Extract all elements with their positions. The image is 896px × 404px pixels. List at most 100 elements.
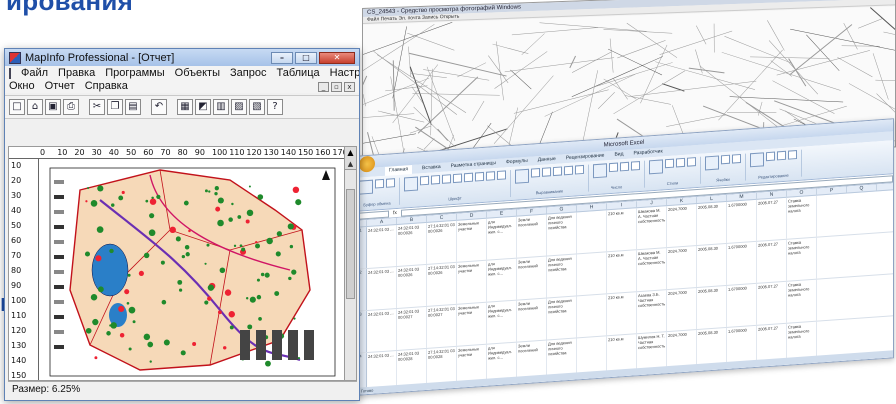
menu-row2-item-0[interactable]: Окно [9, 80, 35, 93]
table-cell[interactable]: Земли поселений [517, 298, 547, 342]
ribbon-command-icon[interactable] [631, 161, 640, 171]
table-cell[interactable]: 2024.7000 [667, 288, 697, 332]
menu-item-1[interactable]: Правка [58, 67, 95, 80]
table-cell[interactable] [577, 210, 607, 254]
menu-item-4[interactable]: Запрос [230, 67, 266, 80]
ribbon-tab-6[interactable]: Вид [614, 150, 623, 160]
table-cell[interactable]: Шмакова М. А. Частная собственность [637, 248, 667, 292]
menu-item-5[interactable]: Таблица [276, 67, 319, 80]
name-box[interactable] [359, 210, 389, 220]
table-cell[interactable]: Земельные участки [457, 218, 487, 262]
paste-icon[interactable]: ▤ [125, 99, 141, 115]
table-cell[interactable]: 210 кв.м [607, 208, 637, 252]
ribbon-command-icon[interactable] [766, 151, 775, 162]
open-folder-icon[interactable]: ⌂ [27, 99, 43, 115]
ribbon-command-icon[interactable] [542, 167, 551, 177]
ribbon-tab-3[interactable]: Формулы [506, 157, 528, 168]
vertical-scrollbar[interactable]: ▲ [344, 159, 356, 380]
ribbon-command-icon[interactable] [475, 171, 484, 182]
ribbon-command-icon[interactable] [464, 172, 473, 183]
menu-item-0[interactable]: Файл [21, 67, 48, 80]
table-cell[interactable]: Азаева З.Б. Частная собственность [637, 290, 667, 334]
table-cell[interactable]: 24:32:01 03 ... [367, 224, 397, 269]
menu-item-3[interactable]: Объекты [175, 67, 220, 80]
menu-row2-item-2[interactable]: Справка [85, 80, 128, 93]
ribbon-command-icon[interactable] [777, 150, 786, 161]
table-cell[interactable]: Земли поселений [517, 256, 547, 300]
ribbon-command-icon[interactable] [442, 174, 451, 184]
help-pointer-icon[interactable]: ? [267, 99, 283, 115]
table-cell[interactable]: 2024.7000 [667, 246, 697, 290]
ribbon-command-icon[interactable] [497, 170, 506, 181]
ribbon-command-icon[interactable] [721, 154, 730, 165]
ribbon-command-icon[interactable] [431, 174, 440, 185]
ribbon-command-icon[interactable] [553, 166, 562, 177]
mdi-button-2[interactable]: x [344, 81, 355, 92]
ribbon-command-icon[interactable] [486, 171, 495, 181]
table-cell[interactable] [577, 294, 607, 338]
ribbon-command-icon[interactable] [665, 158, 674, 169]
cut-icon[interactable]: ✂ [89, 99, 105, 115]
table-cell[interactable]: 2005.07.27 [757, 281, 787, 325]
table-cell[interactable]: 2005.07.27 [757, 197, 787, 241]
table-cell[interactable]: 24:32:01 03 ... [367, 266, 397, 311]
ribbon-command-icon[interactable] [649, 159, 663, 175]
print-icon[interactable]: ⎙ [63, 99, 79, 115]
ribbon-command-icon[interactable] [788, 150, 797, 160]
close-button[interactable]: ✕ [319, 51, 355, 64]
table-cell[interactable] [577, 252, 607, 296]
ribbon-command-icon[interactable] [515, 168, 529, 184]
table-cell[interactable]: Земельные участки [457, 260, 487, 304]
table-cell[interactable]: Ставка земельного налога [787, 237, 817, 281]
menu-item-2[interactable]: Программы [105, 67, 164, 80]
ribbon-command-icon[interactable] [609, 162, 618, 173]
table-cell[interactable]: 27:14:32:01 03 00:0026 [427, 262, 457, 306]
ribbon-tab-4[interactable]: Данные [538, 155, 556, 165]
scroll-up-icon[interactable]: ▲ [345, 159, 356, 170]
ribbon-command-icon[interactable] [676, 157, 685, 168]
new-browser-icon[interactable]: ▥ [213, 99, 229, 115]
new-graph-icon[interactable]: ▨ [231, 99, 247, 115]
ribbon-command-icon[interactable] [420, 175, 429, 186]
scroll-thumb[interactable] [346, 189, 355, 299]
ribbon-tab-0[interactable]: Главная [385, 164, 413, 176]
table-cell[interactable]: 27:14:32:01 03 00:0026 [427, 220, 457, 264]
ribbon-command-icon[interactable] [359, 179, 373, 195]
ribbon-command-icon[interactable] [531, 167, 540, 178]
undo-icon[interactable]: ↶ [151, 99, 167, 115]
ribbon-command-icon[interactable] [750, 152, 764, 168]
ribbon-command-icon[interactable] [620, 161, 629, 172]
document-icon[interactable] [9, 68, 11, 79]
new-layout-icon[interactable]: ▧ [249, 99, 265, 115]
table-cell[interactable]: 2005.08.30 [697, 201, 727, 246]
table-cell[interactable]: Ставка земельного налога [787, 279, 817, 323]
ribbon-command-icon[interactable] [386, 178, 395, 188]
table-cell[interactable]: 2005.08.30 [697, 243, 727, 288]
table-cell[interactable]: Ставка земельного налога [787, 195, 817, 239]
new-document-icon[interactable]: □ [9, 99, 25, 115]
ribbon-command-icon[interactable] [575, 164, 584, 175]
ribbon-command-icon[interactable] [564, 165, 573, 176]
table-cell[interactable]: 1.6700000 [727, 199, 757, 243]
table-cell[interactable]: 24:32:01 03 ... [367, 308, 397, 353]
ribbon-command-icon[interactable] [705, 155, 719, 171]
table-cell[interactable]: 2005.08.30 [697, 285, 727, 330]
function-icon[interactable]: fx [393, 210, 397, 216]
menu-row2-item-1[interactable]: Отчет [45, 80, 75, 93]
table-cell[interactable]: 24:32:01 03 00:0026 [397, 264, 427, 308]
ribbon-tab-1[interactable]: Вставка [422, 163, 441, 173]
table-cell[interactable]: 27:14:32:01 03 00:0027 [427, 304, 457, 348]
ribbon-command-icon[interactable] [593, 163, 607, 179]
minimize-button[interactable]: – [271, 51, 293, 64]
table-cell[interactable]: Земли поселений [517, 214, 547, 258]
table-cell[interactable]: 2005.07.27 [757, 239, 787, 283]
table-cell[interactable]: 24:32:01 03 00:0027 [397, 306, 427, 350]
table-cell[interactable]: 210 кв.м [607, 292, 637, 336]
mapinfo-titlebar[interactable]: MapInfo Professional - [Отчет] – □ ✕ [5, 49, 359, 66]
scroll-up-arrow-icon[interactable]: ▲ [344, 147, 356, 159]
menu-item-6[interactable]: Настройки [330, 67, 359, 80]
ribbon-command-icon[interactable] [404, 176, 418, 192]
new-map-icon[interactable]: ◩ [195, 99, 211, 115]
ribbon-command-icon[interactable] [375, 178, 384, 189]
table-cell[interactable]: для Индивидуал. жил. с... [487, 216, 517, 260]
